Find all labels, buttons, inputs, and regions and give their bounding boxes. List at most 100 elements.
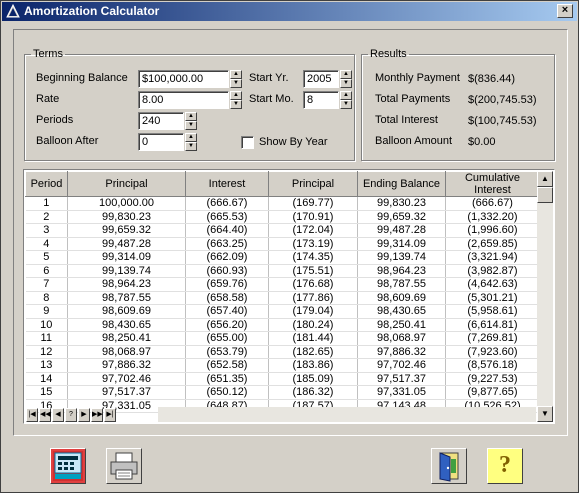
spin-up-icon[interactable]: ▲ xyxy=(185,133,197,142)
table-cell: 97,517.37 xyxy=(357,372,446,386)
total-payments-label: Total Payments xyxy=(375,93,451,105)
table-cell: (2,659.85) xyxy=(445,237,540,251)
help-button[interactable]: ? xyxy=(487,448,523,484)
print-button[interactable] xyxy=(106,448,142,484)
next-record-icon[interactable]: ▶ xyxy=(78,408,90,422)
table-cell: (169.77) xyxy=(268,196,358,211)
table-row[interactable]: 9 98,609.69 (657.40) (179.04) 98,430.65 (5,95… xyxy=(25,304,540,319)
table-row[interactable]: 5 99,314.09 (662.09) (174.35) 99,139.74 (3,32… xyxy=(25,250,540,265)
table-cell: 97,517.37 xyxy=(67,385,186,400)
table-cell: (174.35) xyxy=(268,250,358,265)
amortization-table: Period Principal Interest Principal Ending B… xyxy=(25,171,540,413)
table-cell: 98,964.23 xyxy=(67,277,186,292)
spin-down-icon[interactable]: ▼ xyxy=(340,79,352,88)
table-cell: (664.40) xyxy=(185,223,269,238)
start-yr-label: Start Yr. xyxy=(249,72,289,84)
balloon-after-spinner[interactable]: ▲ ▼ xyxy=(185,133,197,151)
spin-down-icon[interactable]: ▼ xyxy=(185,142,197,151)
last-record-icon[interactable]: ▶| xyxy=(104,408,116,422)
calculator-button[interactable] xyxy=(50,448,86,484)
table-cell: 97,702.46 xyxy=(67,372,186,386)
table-cell: 98,609.69 xyxy=(357,291,446,305)
prev-page-icon[interactable]: ◀◀ xyxy=(39,408,51,422)
start-yr-spinner[interactable]: ▲ ▼ xyxy=(340,70,352,88)
amortization-grid[interactable]: Period Principal Interest Principal Ending B… xyxy=(23,169,555,424)
terms-legend: Terms xyxy=(33,48,63,60)
table-cell: (659.76) xyxy=(185,277,269,292)
spin-down-icon[interactable]: ▼ xyxy=(230,100,242,109)
table-row[interactable]: 12 98,068.97 (653.79) (182.65) 97,886.32 (7,9… xyxy=(25,345,540,359)
start-yr-input[interactable]: 2005 xyxy=(303,70,339,88)
table-row[interactable]: 4 99,487.28 (663.25) (173.19) 99,314.09 (2,65… xyxy=(25,237,540,251)
total-interest-label: Total Interest xyxy=(375,114,438,126)
column-header[interactable]: Ending Balance xyxy=(357,171,446,197)
table-cell: 11 xyxy=(25,331,68,346)
table-row[interactable]: 15 97,517.37 (650.12) (186.32) 97,331.05 (9,8… xyxy=(25,385,540,400)
next-page-icon[interactable]: ▶▶ xyxy=(91,408,103,422)
spin-up-icon[interactable]: ▲ xyxy=(340,91,352,100)
spin-up-icon[interactable]: ▲ xyxy=(230,70,242,79)
first-record-icon[interactable]: |◀ xyxy=(26,408,38,422)
periods-spinner[interactable]: ▲ ▼ xyxy=(185,112,197,130)
table-row[interactable]: 6 99,139.74 (660.93) (175.51) 98,964.23 (3,98… xyxy=(25,264,540,278)
table-row[interactable]: 11 98,250.41 (655.00) (181.44) 98,068.97 (7,2… xyxy=(25,331,540,346)
table-row[interactable]: 14 97,702.46 (651.35) (185.09) 97,517.37 (9,2… xyxy=(25,372,540,386)
table-cell: (662.09) xyxy=(185,250,269,265)
spin-up-icon[interactable]: ▲ xyxy=(340,70,352,79)
scroll-down-icon[interactable]: ▼ xyxy=(537,406,553,422)
beginning-balance-input[interactable]: $100,000.00 xyxy=(138,70,229,88)
spin-down-icon[interactable]: ▼ xyxy=(185,121,197,130)
help-icon: ? xyxy=(499,452,511,478)
show-by-year-checkbox[interactable] xyxy=(241,136,254,149)
spin-down-icon[interactable]: ▼ xyxy=(340,100,352,109)
table-row[interactable]: 2 99,830.23 (665.53) (170.91) 99,659.32 (1,33… xyxy=(25,210,540,224)
start-mo-input[interactable]: 8 xyxy=(303,91,339,109)
table-cell: (650.12) xyxy=(185,385,269,400)
column-header[interactable]: Principal xyxy=(67,171,186,197)
table-cell: (1,996.60) xyxy=(445,223,540,238)
table-cell: (666.67) xyxy=(185,196,269,211)
table-body: 1 100,000.00 (666.67) (169.77) 99,830.23 (666… xyxy=(25,196,540,413)
spin-down-icon[interactable]: ▼ xyxy=(230,79,242,88)
table-row[interactable]: 1 100,000.00 (666.67) (169.77) 99,830.23 (666… xyxy=(25,196,540,211)
scroll-thumb[interactable] xyxy=(537,187,553,203)
beginning-balance-label: Beginning Balance xyxy=(36,72,128,84)
spin-up-icon[interactable]: ▲ xyxy=(185,112,197,121)
table-row[interactable]: 13 97,886.32 (652.58) (183.86) 97,702.46 (8,5… xyxy=(25,358,540,373)
column-header[interactable]: Period xyxy=(25,171,68,197)
table-cell: (176.68) xyxy=(268,277,358,292)
table-row[interactable]: 8 98,787.55 (658.58) (177.86) 98,609.69 (5,30… xyxy=(25,291,540,305)
close-button[interactable]: × xyxy=(557,4,573,18)
column-header[interactable]: Cumulative Interest xyxy=(445,171,540,197)
table-cell: 5 xyxy=(25,250,68,265)
column-header[interactable]: Interest xyxy=(185,171,269,197)
printer-icon xyxy=(110,452,138,480)
table-cell: (170.91) xyxy=(268,210,358,224)
horizontal-scrollbar[interactable] xyxy=(158,407,536,422)
table-row[interactable]: 7 98,964.23 (659.76) (176.68) 98,787.55 (4,64… xyxy=(25,277,540,292)
start-mo-spinner[interactable]: ▲ ▼ xyxy=(340,91,352,109)
table-cell: 98,250.41 xyxy=(357,318,446,332)
scroll-up-icon[interactable]: ▲ xyxy=(537,171,553,187)
table-row[interactable]: 3 99,659.32 (664.40) (172.04) 99,487.28 (1,99… xyxy=(25,223,540,238)
beginning-balance-spinner[interactable]: ▲ ▼ xyxy=(230,70,242,88)
prev-record-icon[interactable]: ◀ xyxy=(52,408,64,422)
table-cell: 99,830.23 xyxy=(357,196,446,211)
help-nav-icon[interactable]: ? xyxy=(65,408,77,422)
table-cell: 97,702.46 xyxy=(357,358,446,373)
column-header[interactable]: Principal xyxy=(268,171,358,197)
spin-up-icon[interactable]: ▲ xyxy=(230,91,242,100)
table-cell: (181.44) xyxy=(268,331,358,346)
table-cell: 98,964.23 xyxy=(357,264,446,278)
vertical-scrollbar[interactable]: ▲ ▼ xyxy=(537,171,553,422)
rate-spinner[interactable]: ▲ ▼ xyxy=(230,91,242,109)
table-cell: (656.20) xyxy=(185,318,269,332)
rate-input[interactable]: 8.00 xyxy=(138,91,229,109)
balloon-after-input[interactable]: 0 xyxy=(138,133,184,151)
table-cell: (185.09) xyxy=(268,372,358,386)
table-row[interactable]: 10 98,430.65 (656.20) (180.24) 98,250.41 (6,6… xyxy=(25,318,540,332)
table-cell: 99,139.74 xyxy=(67,264,186,278)
exit-button[interactable] xyxy=(431,448,467,484)
periods-input[interactable]: 240 xyxy=(138,112,184,130)
monthly-payment-value: $(836.44) xyxy=(468,73,516,85)
